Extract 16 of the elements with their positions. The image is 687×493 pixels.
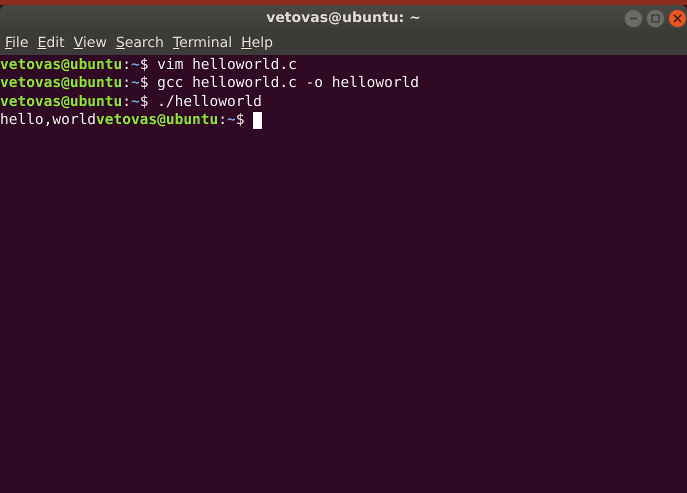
menu-item[interactable]: File bbox=[4, 33, 34, 53]
terminal-line: vetovas@ubuntu:~$ ./helloworld bbox=[0, 92, 262, 111]
menu-item[interactable]: View bbox=[72, 33, 112, 53]
window-title: vetovas@ubuntu: ~ bbox=[266, 10, 421, 26]
menu-item[interactable]: Terminal bbox=[172, 33, 238, 53]
maximize-button[interactable] bbox=[646, 9, 665, 28]
minimize-button[interactable] bbox=[624, 9, 643, 28]
close-icon bbox=[673, 14, 682, 23]
terminal-line: vetovas@ubuntu:~$ vim helloworld.c bbox=[0, 56, 297, 74]
menu-item[interactable]: Search bbox=[114, 33, 169, 53]
terminal-line: hello,worldvetovas@ubuntu:~$ bbox=[0, 110, 262, 130]
menu-item[interactable]: Edit bbox=[36, 33, 70, 53]
terminal-line: vetovas@ubuntu:~$ gcc helloworld.c -o helloworld bbox=[0, 74, 420, 93]
menu-item[interactable]: Help bbox=[240, 33, 278, 53]
close-button[interactable] bbox=[668, 9, 687, 28]
square-icon bbox=[651, 14, 660, 23]
